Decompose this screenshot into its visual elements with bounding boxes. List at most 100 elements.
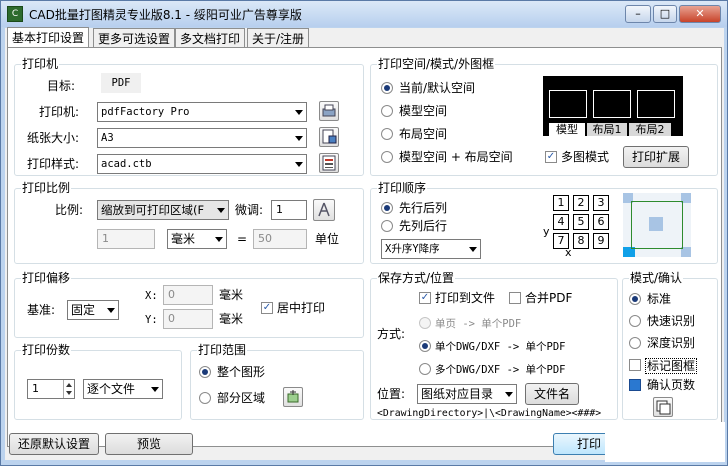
merge-pdf-checkbox[interactable] [509,292,521,304]
space-current-radio[interactable] [381,82,393,94]
mode-fast-label: 快速识别 [647,314,696,328]
pick-area-icon [287,390,299,403]
title-bar[interactable]: C CAD批量打图精灵专业版8.1 - 绥阳可业广告尊享版 – □ ✕ [1,1,727,27]
mode-deep-radio[interactable] [629,337,641,349]
tab-basic[interactable]: 基本打印设置 [7,27,90,48]
tab-about[interactable]: 关于/注册 [247,28,310,47]
windows-icon [656,400,671,415]
scale-group: 打印比例 比例: 缩放到可打印区域(F 微调: 1 1 毫米 = 50 单位 [14,181,364,264]
plot-style-select-value: acad.ctb [101,158,152,170]
client-area: 基本打印设置 更多可选设置 多文档打印 关于/注册 打印机 目标: PDF 打印… [5,27,725,462]
copies-group: 打印份数 1 逐个文件 [14,343,182,420]
preview-tab-layout1: 布局1 [587,123,627,136]
order-cell: 5 [573,214,589,230]
scale-group-title: 打印比例 [21,181,72,195]
range-whole-label: 整个图形 [217,365,266,379]
axis-x-label: x [565,246,572,259]
preview-button[interactable]: 预览 [105,433,193,455]
space-both-radio[interactable] [381,151,393,163]
method-multi-dwg-radio[interactable] [419,363,431,375]
order-group-title: 打印顺序 [377,181,428,195]
plot-style-select[interactable]: acad.ctb [97,154,307,174]
center-print-checkbox[interactable]: ✓ [261,302,273,314]
space-model-radio[interactable] [381,105,393,117]
app-icon: C [7,6,23,22]
order-row-first-label: 先行后列 [399,201,448,215]
range-partial-radio[interactable] [199,392,211,404]
y-offset-input[interactable]: 0 [163,309,213,329]
x-label: X: [145,290,158,302]
multi-frame-checkbox[interactable]: ✓ [545,151,557,163]
confirm-group-title: 模式/确认 [629,271,684,285]
filename-button[interactable]: 文件名 [525,383,579,405]
copies-mode-value: 逐个文件 [87,382,136,396]
offset-group-title: 打印偏移 [21,271,72,285]
space-layout-radio[interactable] [381,128,393,140]
scale-left-input[interactable]: 1 [97,229,155,249]
chevron-down-icon [295,136,303,141]
sort-order-select[interactable]: X升序Y降序 [381,239,481,259]
plot-style-edit-button[interactable] [319,153,339,173]
space-preview: 模型 布局1 布局2 [543,76,683,136]
printer-properties-button[interactable] [319,101,339,121]
window-list-button[interactable] [653,397,673,417]
ratio-label: 比例: [55,203,84,217]
location-select[interactable]: 图纸对应目录 [417,384,517,404]
mark-frame-checkbox[interactable] [629,359,641,371]
tab-more[interactable]: 更多可选设置 [93,28,176,47]
tab-page: 打印机 目标: PDF 打印机: pdfFactory Pro 纸张大小: A3… [7,47,722,447]
y-label: Y: [145,314,158,326]
minimize-button[interactable]: – [625,5,651,23]
mode-standard-radio[interactable] [629,293,641,305]
confirm-pages-label: 确认页数 [647,378,696,392]
x-unit: 毫米 [219,288,244,302]
x-offset-input[interactable]: 0 [163,285,213,305]
printer-select[interactable]: pdfFactory Pro [97,102,307,122]
order-row-first-radio[interactable] [381,202,393,214]
maximize-button[interactable]: □ [653,5,677,23]
copies-spinner[interactable] [63,380,74,398]
style-label: 打印样式: [27,157,80,171]
tab-multi-doc[interactable]: 多文档打印 [175,28,246,47]
chevron-down-icon [151,387,159,392]
scale-unit-select[interactable]: 毫米 [167,229,227,249]
order-cell: 3 [593,195,609,211]
fine-tune-input[interactable]: 1 [271,200,307,220]
copies-mode-select[interactable]: 逐个文件 [83,379,163,399]
spin-up-icon[interactable] [66,383,72,387]
reset-defaults-button[interactable]: 还原默认设置 [9,433,99,455]
save-group-title: 保存方式/位置 [377,271,456,285]
scale-tool-button[interactable] [313,199,335,221]
scale-right-input[interactable]: 50 [253,229,307,249]
printer-icon [322,104,336,117]
range-group-title: 打印范围 [197,343,248,357]
chevron-down-icon [107,308,115,313]
space-group: 打印空间/模式/外图框 当前/默认空间 模型空间 布局空间 模型空间 + 布局空… [370,57,718,176]
base-select[interactable]: 固定 [67,300,119,320]
preview-tab-layout2: 布局2 [629,123,671,136]
order-col-first-label: 先列后行 [399,219,448,233]
location-label: 位置: [377,387,406,401]
print-expand-button[interactable]: 打印扩展 [623,146,689,168]
method-single-dwg-radio[interactable] [419,340,431,352]
overlay-patch [605,422,725,462]
copies-group-title: 打印份数 [21,343,72,357]
order-cell: 8 [573,233,589,249]
pick-area-button[interactable] [283,387,303,407]
spin-down-icon[interactable] [66,391,72,395]
range-whole-radio[interactable] [199,366,211,378]
preview-frame [549,90,587,118]
preview-frame [637,90,675,118]
order-col-first-radio[interactable] [381,220,393,232]
confirm-pages-checkbox[interactable] [629,379,641,391]
mode-fast-radio[interactable] [629,315,641,327]
order-group: 打印顺序 先行后列 先列后行 X升序Y降序 1 2 3 4 5 6 7 8 9 … [370,181,718,264]
chevron-down-icon [505,392,513,397]
print-to-file-checkbox[interactable]: ✓ [419,292,431,304]
paper-select[interactable]: A3 [97,128,307,148]
scale-select[interactable]: 缩放到可打印区域(F [97,200,229,220]
close-button[interactable]: ✕ [679,5,721,23]
method-single-page-radio[interactable] [419,317,431,329]
paper-settings-button[interactable] [319,127,339,147]
printer-select-value: pdfFactory Pro [101,106,190,118]
